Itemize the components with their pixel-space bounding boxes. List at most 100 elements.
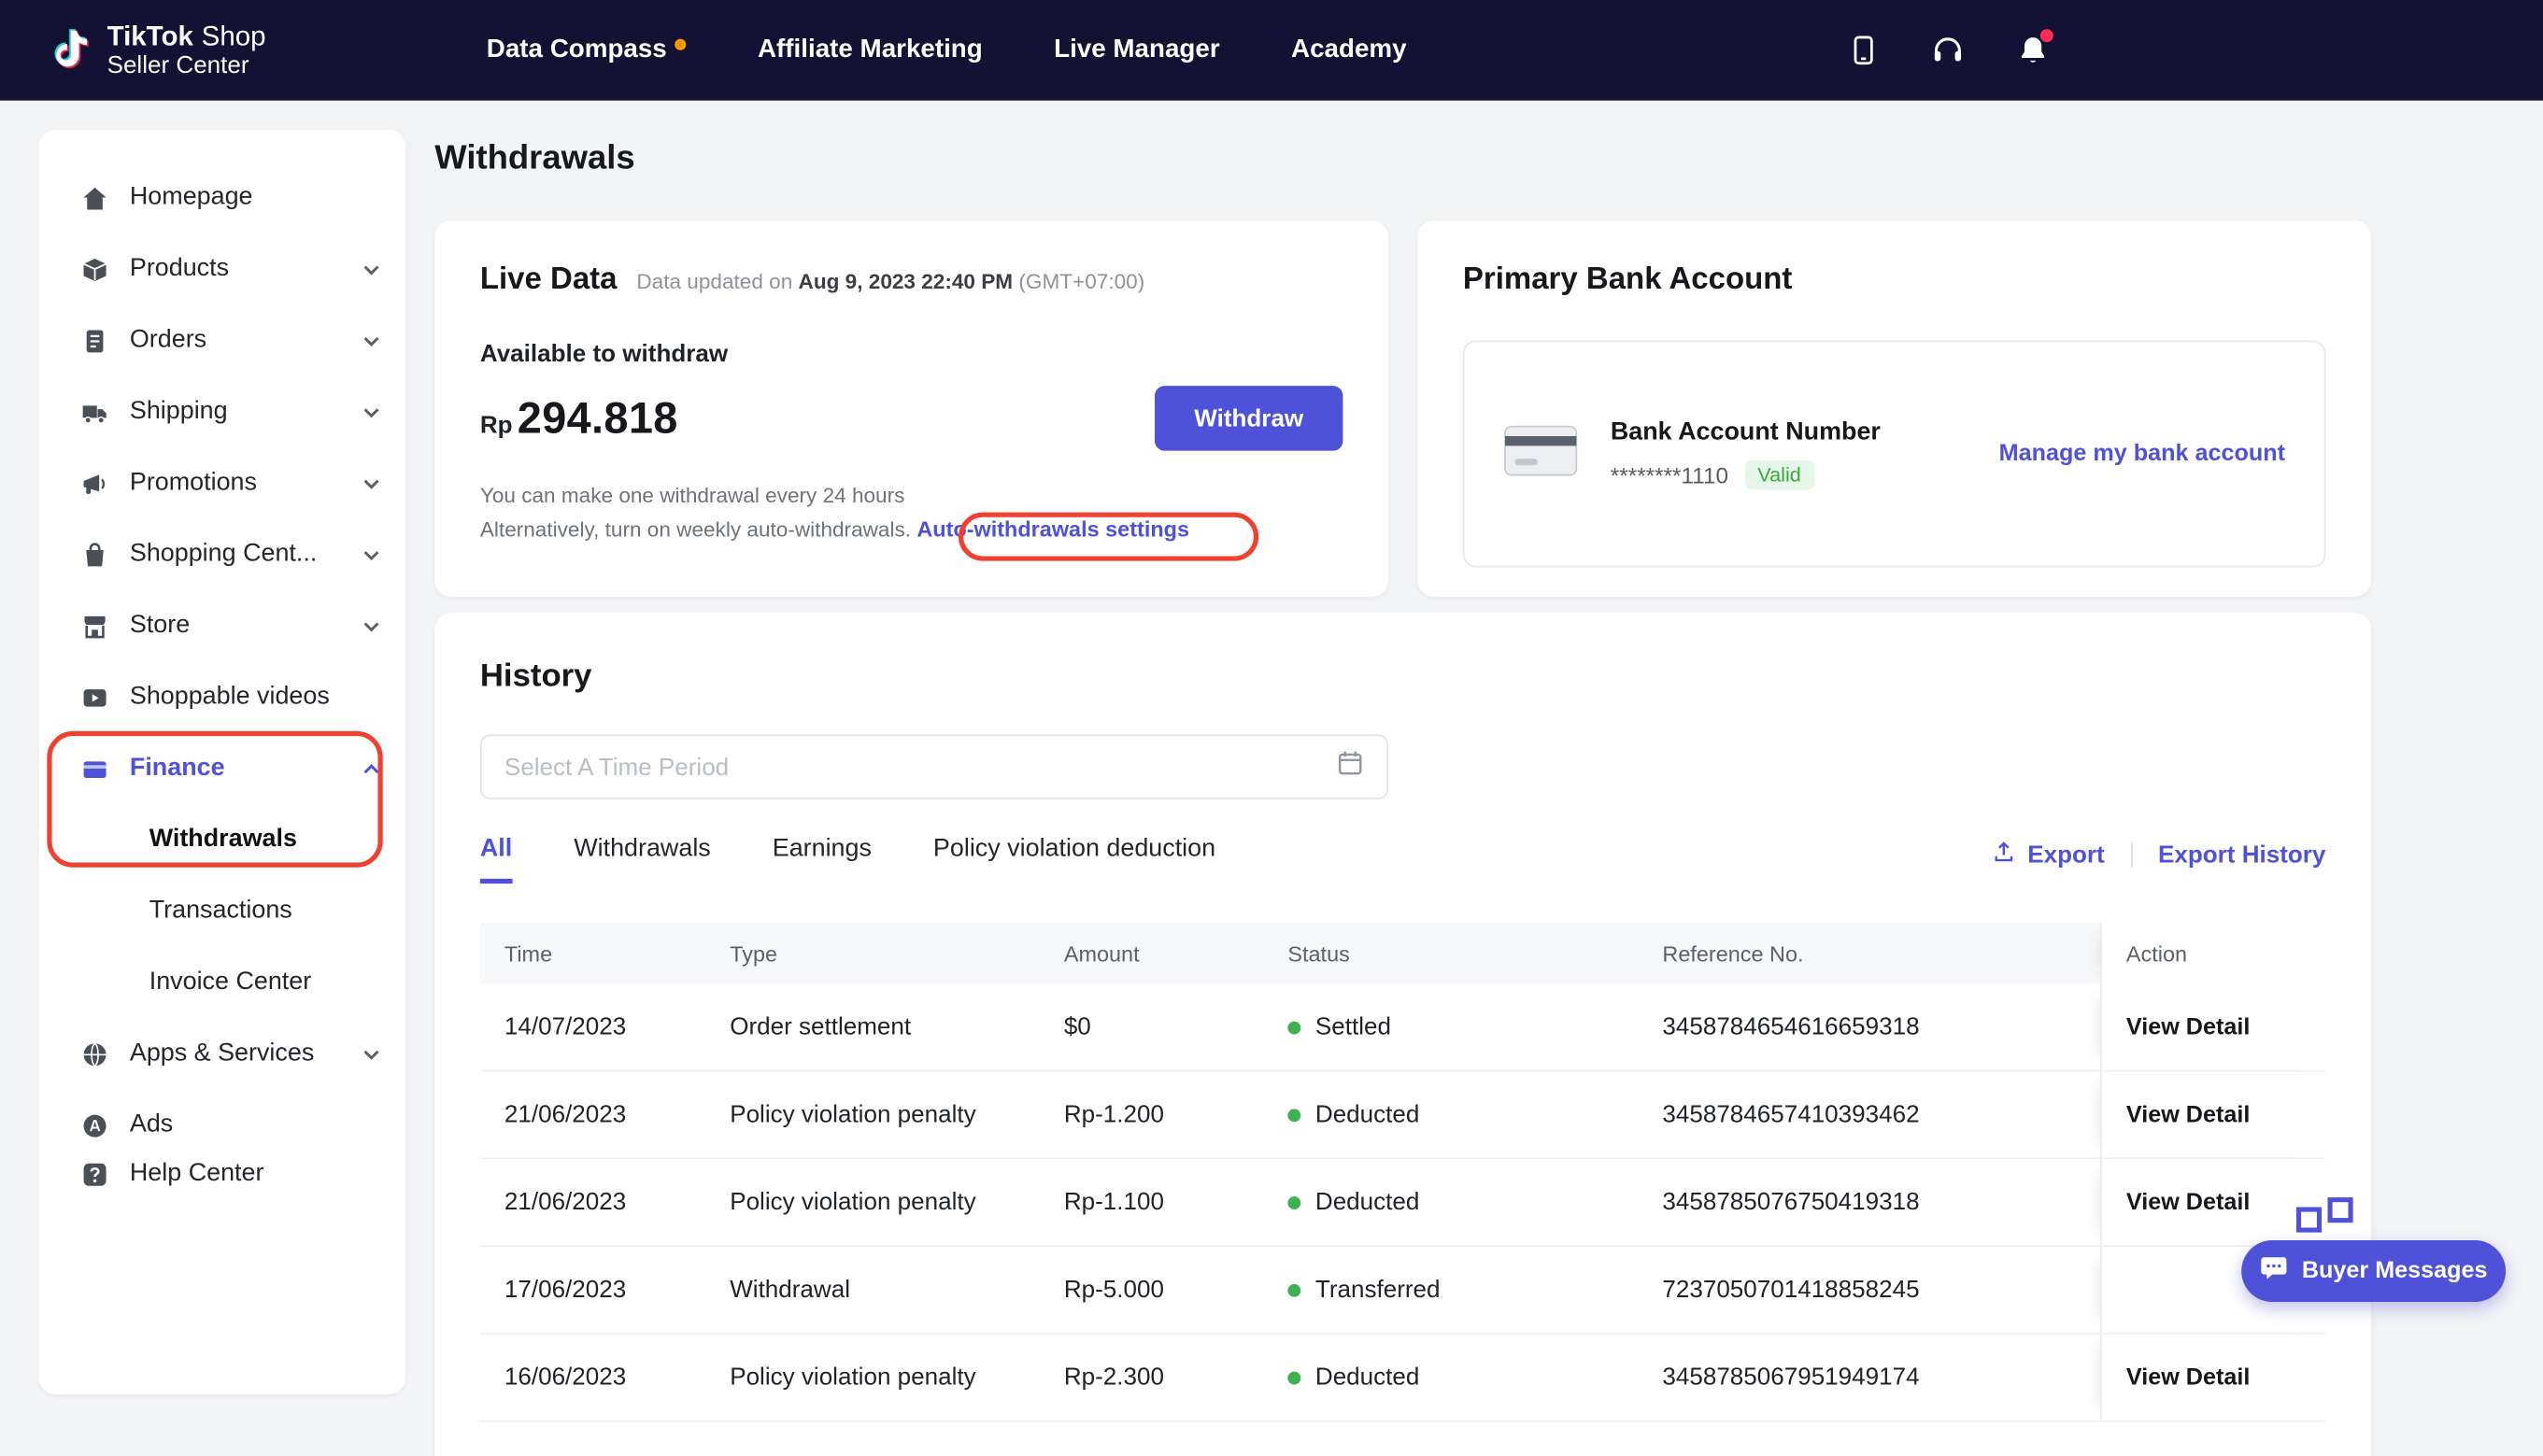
history-table: Time Type Amount Status Reference No. Ac… [480,923,2326,1422]
data-compass-badge-dot [675,39,686,50]
history-tabs-row: All Withdrawals Earnings Policy violatio… [480,835,2326,883]
cell-status: Deducted [1263,1071,1638,1157]
nav-item-affiliate-marketing[interactable]: Affiliate Marketing [758,35,983,64]
cell-action: View Detail [2100,1071,2325,1157]
bank-account-number-label: Bank Account Number [1611,418,1881,447]
col-reference: Reference No. [1638,923,2100,984]
bell-notifications-icon[interactable] [2014,33,2050,68]
finance-card-icon [81,755,109,783]
video-play-icon [81,684,109,712]
tab-withdrawals[interactable]: Withdrawals [574,835,711,883]
live-data-title: Live Data [480,262,618,298]
nav-item-live-manager[interactable]: Live Manager [1054,35,1220,64]
headset-support-icon[interactable] [1930,33,1966,68]
cell-time: 14/07/2023 [480,984,705,1070]
sidebar-item-shipping[interactable]: Shipping [39,376,405,447]
updated-timestamp: Aug 9, 2023 22:40 PM [799,269,1014,293]
sidebar-item-finance[interactable]: Finance [39,733,405,804]
cell-reference: 3458784654616659318 [1638,984,2100,1070]
status-dot [1287,1195,1300,1209]
chevron-down-icon [363,620,379,631]
notification-badge-dot [2040,29,2053,42]
cell-status: Deducted [1263,1159,1638,1245]
promotions-megaphone-icon [81,470,109,498]
table-row: 21/06/2023 Policy violation penalty Rp-1… [480,1071,2326,1159]
note-line-2: Alternatively, turn on weekly auto-withd… [480,513,1343,546]
export-area: Export Export History [1992,839,2325,879]
sidebar-item-homepage[interactable]: Homepage [39,163,405,233]
shopping-bag-icon [81,541,109,569]
sidebar-item-invoice-center[interactable]: Invoice Center [39,947,405,1018]
col-amount: Amount [1040,923,1264,984]
auto-withdrawals-settings-link[interactable]: Auto-withdrawals settings [916,517,1189,542]
live-data-card: Live Data Data updated on Aug 9, 2023 22… [434,220,1388,597]
shipping-truck-icon [81,398,109,426]
buyer-messages-button[interactable]: Buyer Messages [2241,1240,2506,1302]
cell-amount: Rp-5.000 [1040,1247,1264,1333]
products-box-icon [81,255,109,283]
tab-earnings[interactable]: Earnings [773,835,872,883]
mobile-app-icon[interactable] [1846,33,1882,68]
cell-amount: $0 [1040,984,1264,1070]
sidebar-item-store[interactable]: Store [39,590,405,661]
top-navbar: TikTokShop Seller Center Data Compass Af… [0,0,2543,101]
sidebar-item-shopping-center[interactable]: Shopping Cent... [39,519,405,590]
history-tabs: All Withdrawals Earnings Policy violatio… [480,835,1215,883]
currency-prefix: Rp [480,412,513,440]
sidebar: Homepage Products Orders Shipping Promot… [39,130,405,1394]
status-dot [1287,1371,1300,1384]
nav-item-data-compass[interactable]: Data Compass [487,35,687,64]
time-period-filter[interactable] [480,734,1388,799]
table-header-row: Time Type Amount Status Reference No. Ac… [480,923,2326,984]
export-button[interactable]: Export [1992,839,2105,869]
view-detail-link[interactable]: View Detail [2126,1102,2250,1128]
table-row: 16/06/2023 Policy violation penalty Rp-2… [480,1335,2326,1422]
col-status: Status [1263,923,1638,984]
chevron-down-icon [363,406,379,417]
nav-item-academy[interactable]: Academy [1291,35,1407,64]
brand-word-tiktok: TikTok [107,21,193,51]
cell-reference: 3458784657410393462 [1638,1071,2100,1157]
cell-amount: Rp-1.200 [1040,1071,1264,1157]
bank-card-icon [1503,424,1578,484]
orders-document-icon [81,327,109,355]
withdraw-button[interactable]: Withdraw [1155,386,1343,450]
chevron-down-icon [363,477,379,488]
primary-bank-account-card: Primary Bank Account Bank Account Number… [1417,220,2371,597]
home-icon [81,184,109,212]
view-detail-link[interactable]: View Detail [2126,1189,2250,1215]
sidebar-item-apps-services[interactable]: Apps & Services [39,1018,405,1089]
sidebar-item-withdrawals[interactable]: Withdrawals [39,804,405,875]
table-row: 21/06/2023 Policy violation penalty Rp-1… [480,1159,2326,1247]
cell-status: Transferred [1263,1247,1638,1333]
note-line-1: You can make one withdrawal every 24 hou… [480,478,1343,512]
calendar-icon[interactable] [1336,749,1364,785]
bank-card-title: Primary Bank Account [1463,262,2326,298]
sidebar-item-promotions[interactable]: Promotions [39,447,405,518]
sidebar-item-orders[interactable]: Orders [39,304,405,375]
sidebar-item-transactions[interactable]: Transactions [39,875,405,946]
brand-seller-center: Seller Center [107,52,266,80]
available-to-withdraw-label: Available to withdraw [480,341,1343,369]
globe-icon [81,1040,109,1068]
status-dot [1287,1283,1300,1296]
chat-bubble-icon [2260,1253,2289,1289]
view-detail-link[interactable]: View Detail [2126,1364,2250,1391]
sidebar-item-products[interactable]: Products [39,233,405,304]
sidebar-item-help-center[interactable]: Help Center [39,1138,405,1209]
view-detail-link[interactable]: View Detail [2126,1014,2250,1040]
manage-bank-account-link[interactable]: Manage my bank account [1999,441,2285,467]
nav-icons [1846,0,2051,101]
floating-windows-icon[interactable] [2294,1196,2356,1243]
tab-policy-violation-deduction[interactable]: Policy violation deduction [933,835,1215,883]
time-period-input[interactable] [504,753,1337,781]
tab-all[interactable]: All [480,835,512,883]
seller-center-page: TikTokShop Seller Center Data Compass Af… [0,0,2543,1456]
chevron-up-icon [363,763,379,774]
buyer-messages-label: Buyer Messages [2302,1258,2488,1284]
cell-reference: 3458785076750419318 [1638,1159,2100,1245]
export-history-link[interactable]: Export History [2158,841,2325,869]
sidebar-item-shoppable-videos[interactable]: Shoppable videos [39,661,405,732]
tiktok-shop-logo[interactable]: TikTokShop Seller Center [49,21,265,80]
cell-action: View Detail [2100,1159,2325,1245]
